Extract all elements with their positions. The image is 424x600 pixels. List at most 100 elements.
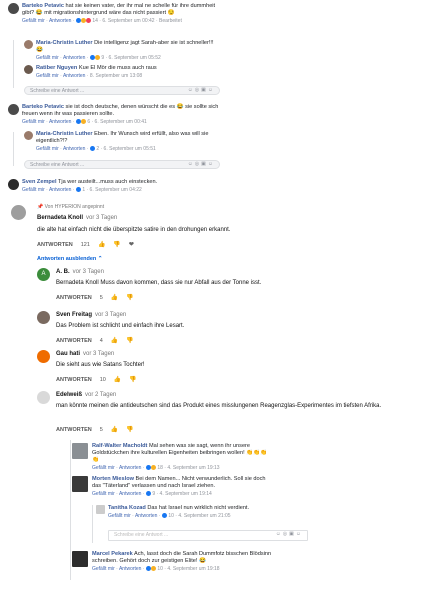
timestamp[interactable]: 8. September um 13:08 xyxy=(90,73,142,79)
avatar[interactable] xyxy=(72,551,88,567)
reply-button[interactable]: ANTWORTEN xyxy=(56,427,92,433)
comment-author[interactable]: A. B. xyxy=(56,269,70,275)
reply-input[interactable]: Schreibe eine Antwort ... ☺◎▣☺ xyxy=(24,160,220,169)
reaction-count[interactable]: 14 xyxy=(92,18,98,24)
reply-button[interactable]: ANTWORTEN xyxy=(37,242,73,248)
avatar[interactable] xyxy=(8,104,19,115)
reaction-count[interactable]: 18 xyxy=(157,465,163,471)
timestamp[interactable]: 4. September um 19:13 xyxy=(167,465,219,471)
avatar[interactable] xyxy=(72,443,88,459)
comment-time[interactable]: vor 2 Tagen xyxy=(85,392,116,398)
reply-link[interactable]: Antworten xyxy=(63,146,86,152)
comment-meta: Gefällt mir · Antworten · 8. September u… xyxy=(36,73,143,79)
like-link[interactable]: Gefällt mir xyxy=(92,566,115,572)
comment-author[interactable]: Barteko Petavic xyxy=(22,3,64,9)
comment-author[interactable]: Gau hati xyxy=(56,351,80,357)
thumbs-up-icon[interactable]: 👍 xyxy=(111,294,118,301)
input-icons[interactable]: ☺◎▣☺ xyxy=(188,87,215,94)
reaction-count[interactable]: 9 xyxy=(101,55,104,61)
thumbs-down-icon[interactable]: 👎 xyxy=(126,337,133,344)
thumbs-down-icon[interactable]: 👎 xyxy=(129,376,136,383)
comment-text: Die sieht aus wie Satans Tochter! xyxy=(56,362,145,368)
input-icons[interactable]: ☺◎▣☺ xyxy=(276,531,303,538)
comment-author[interactable]: Marcel Pekarek xyxy=(92,551,133,557)
thumbs-up-icon[interactable]: 👍 xyxy=(114,376,121,383)
reply-link[interactable]: Antworten xyxy=(135,513,158,519)
timestamp[interactable]: 6. September um 04:22 xyxy=(90,187,142,193)
comment-author[interactable]: Barteko Petavic xyxy=(22,104,64,110)
avatar[interactable] xyxy=(37,311,50,324)
reaction-count[interactable]: 9 xyxy=(152,491,155,497)
comment-header: A. B. vor 3 Tagen xyxy=(56,269,104,275)
comment-author[interactable]: Sven Zempel xyxy=(22,179,57,185)
reaction-count[interactable]: 6 xyxy=(87,119,90,125)
timestamp[interactable]: 4. September um 19:18 xyxy=(167,566,219,572)
comment-time[interactable]: vor 3 Tagen xyxy=(73,269,104,275)
comment-author[interactable]: Ralf-Walter Macholdt xyxy=(92,443,147,449)
comment-author[interactable]: Edelweiß xyxy=(56,392,82,398)
comment-time[interactable]: vor 3 Tagen xyxy=(95,312,126,318)
reaction-count[interactable]: 10 xyxy=(157,566,163,572)
thumbs-up-icon[interactable]: 👍 xyxy=(111,337,118,344)
thumbs-up-icon[interactable]: 👍 xyxy=(98,241,105,248)
avatar[interactable]: A xyxy=(37,268,50,281)
reaction-count[interactable]: 10 xyxy=(168,513,174,519)
reply-link[interactable]: Antworten xyxy=(49,119,72,125)
thumbs-down-icon[interactable]: 👎 xyxy=(113,241,120,248)
reply-link[interactable]: Antworten xyxy=(119,566,142,572)
avatar[interactable] xyxy=(37,391,50,404)
like-link[interactable]: Gefällt mir xyxy=(22,119,45,125)
like-link[interactable]: Gefällt mir xyxy=(108,513,131,519)
like-link[interactable]: Gefällt mir xyxy=(92,491,115,497)
reaction-count[interactable]: 1 xyxy=(82,187,85,193)
input-icons[interactable]: ☺◎▣☺ xyxy=(188,161,215,168)
avatar[interactable] xyxy=(24,131,33,140)
timestamp[interactable]: 4. September um 21:05 xyxy=(178,513,230,519)
like-link[interactable]: Gefällt mir xyxy=(36,55,59,61)
avatar[interactable] xyxy=(24,65,33,74)
comment-author[interactable]: Tanitha Kozad xyxy=(108,505,146,511)
like-link[interactable]: Gefällt mir xyxy=(36,73,59,79)
reaction-count[interactable]: 2 xyxy=(96,146,99,152)
timestamp[interactable]: 4. September um 19:14 xyxy=(160,491,212,497)
avatar[interactable] xyxy=(37,350,50,363)
reply-link[interactable]: Antworten xyxy=(49,18,72,24)
comment-time[interactable]: vor 3 Tagen xyxy=(86,215,117,221)
reply-link[interactable]: Antworten xyxy=(49,187,72,193)
reply-link[interactable]: Antworten xyxy=(119,465,142,471)
hide-replies-button[interactable]: Antworten ausblenden ⌃ xyxy=(37,256,102,262)
like-link[interactable]: Gefällt mir xyxy=(92,465,115,471)
avatar[interactable] xyxy=(11,205,26,220)
thumbs-down-icon[interactable]: 👎 xyxy=(126,426,133,433)
fb-comment: Ralf-Walter Macholdt Mal sehen was sie s… xyxy=(72,443,272,472)
timestamp[interactable]: 6. September um 05:51 xyxy=(104,146,156,152)
like-link[interactable]: Gefällt mir xyxy=(22,187,45,193)
avatar[interactable] xyxy=(24,40,33,49)
comment-author[interactable]: Ratiber Nguyen xyxy=(36,65,77,71)
reply-button[interactable]: ANTWORTEN xyxy=(56,377,92,383)
timestamp[interactable]: 6. September um 00:42 xyxy=(102,18,154,24)
reply-input[interactable]: Schreibe eine Antwort ... ☺◎▣☺ xyxy=(108,530,308,541)
like-link[interactable]: Gefällt mir xyxy=(22,18,45,24)
reply-button[interactable]: ANTWORTEN xyxy=(56,338,92,344)
reply-link[interactable]: Antworten xyxy=(63,73,86,79)
comment-author[interactable]: Maria-Christin Luther xyxy=(36,131,93,137)
avatar[interactable] xyxy=(8,3,19,14)
comment-author[interactable]: Maria-Christin Luther xyxy=(36,40,93,46)
reply-button[interactable]: ANTWORTEN xyxy=(56,295,92,301)
timestamp[interactable]: 6. September um 05:52 xyxy=(109,55,161,61)
timestamp[interactable]: 6. September um 00:41 xyxy=(95,119,147,125)
comment-author[interactable]: Sven Freitag xyxy=(56,312,92,318)
avatar[interactable] xyxy=(96,505,105,514)
comment-author[interactable]: Bernadeta Knoll xyxy=(37,215,83,221)
thumbs-up-icon[interactable]: 👍 xyxy=(111,426,118,433)
reply-input[interactable]: Schreibe eine Antwort ... ☺◎▣☺ xyxy=(24,86,220,95)
reply-link[interactable]: Antworten xyxy=(63,55,86,61)
comment-time[interactable]: vor 3 Tagen xyxy=(83,351,114,357)
comment-author[interactable]: Morten Mieslow xyxy=(92,476,134,482)
avatar[interactable] xyxy=(8,179,19,190)
like-link[interactable]: Gefällt mir xyxy=(36,146,59,152)
thumbs-down-icon[interactable]: 👎 xyxy=(126,294,133,301)
reply-link[interactable]: Antworten xyxy=(119,491,142,497)
avatar[interactable] xyxy=(72,476,88,492)
